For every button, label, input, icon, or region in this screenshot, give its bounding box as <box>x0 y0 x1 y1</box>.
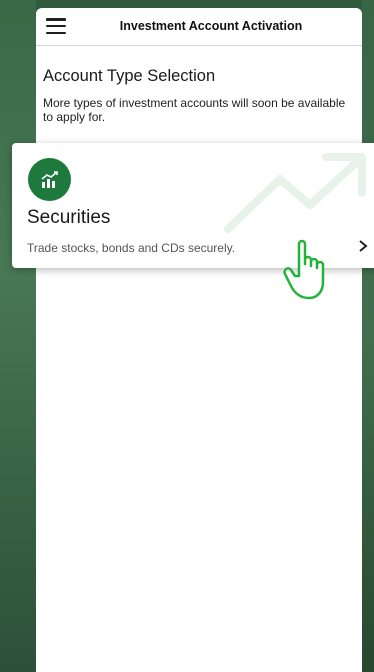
trend-arrow-icon <box>224 153 366 233</box>
growth-chart-icon <box>28 158 71 201</box>
app-panel: Investment Account Activation Account Ty… <box>36 8 362 672</box>
hand-pointer-icon <box>283 239 325 300</box>
background-right <box>362 0 374 672</box>
header-bar: Investment Account Activation <box>36 8 362 46</box>
section-title: Account Type Selection <box>43 67 216 85</box>
page-title: Investment Account Activation <box>119 19 303 33</box>
card-title: Securities <box>27 207 111 228</box>
section-description: More types of investment accounts will s… <box>43 96 346 124</box>
background-left <box>0 0 36 672</box>
chevron-right-icon[interactable] <box>356 236 370 256</box>
card-description: Trade stocks, bonds and CDs securely. <box>27 241 236 255</box>
